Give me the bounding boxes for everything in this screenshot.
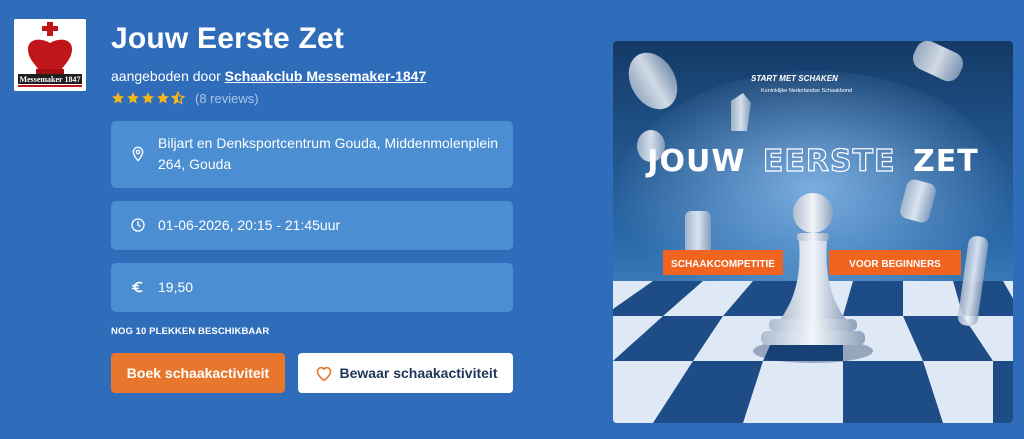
hero-headline-1: JOUW (645, 144, 745, 179)
hero-kicker: START MET SCHAKEN (751, 74, 838, 83)
offered-by: aangeboden door Schaakclub Messemaker-18… (111, 68, 426, 84)
svg-text:JOUW EERSTE ZET: JOUW EERSTE ZET (645, 144, 978, 179)
book-button-label: Boek schaakactiviteit (126, 365, 270, 381)
logo-text: Messemaker 1847 (20, 75, 81, 84)
hero-image: START MET SCHAKEN Koninklijke Nederlands… (613, 41, 1013, 423)
heart-icon (316, 366, 331, 382)
club-logo: Messemaker 1847 (14, 19, 86, 91)
location-card: Biljart en Denksportcentrum Gouda, Midde… (111, 121, 513, 188)
location-text: Biljart en Denksportcentrum Gouda, Midde… (158, 135, 499, 172)
save-button[interactable]: Bewaar schaakactiviteit (298, 353, 513, 393)
hero-tag-right: VOOR BEGINNERS (849, 259, 941, 270)
save-button-label: Bewaar schaakactiviteit (339, 365, 498, 381)
datetime-card: 01-06-2026, 20:15 - 21:45uur (111, 201, 513, 250)
offered-by-prefix: aangeboden door (111, 68, 221, 84)
star-icon (112, 92, 124, 104)
rating: (8 reviews) (111, 89, 259, 107)
page-title: Jouw Eerste Zet (111, 22, 345, 55)
hero-headline-2: EERSTE (763, 144, 896, 179)
euro-icon (132, 281, 143, 293)
hero-headline-3: ZET (913, 144, 979, 179)
map-pin-icon (132, 146, 144, 162)
availability-label: NOG 10 PLEKKEN BESCHIKBAAR (111, 326, 270, 337)
star-icon (127, 92, 139, 104)
datetime-text: 01-06-2026, 20:15 - 21:45uur (158, 217, 341, 233)
hero-tag-left: SCHAAKCOMPETITIE (671, 259, 775, 270)
star-half-icon (171, 91, 185, 105)
star-icon (157, 92, 169, 104)
chess-king-icon: Messemaker 1847 (14, 19, 86, 91)
review-count[interactable]: (8 reviews) (195, 91, 259, 106)
book-button[interactable]: Boek schaakactiviteit (111, 353, 285, 393)
clock-icon (131, 218, 145, 232)
club-link[interactable]: Schaakclub Messemaker-1847 (225, 68, 427, 84)
price-card: 19,50 (111, 263, 513, 312)
hero-org: Koninklijke Nederlandse Schaakbond (761, 88, 852, 94)
star-icon (142, 92, 154, 104)
price-text: 19,50 (158, 279, 194, 295)
